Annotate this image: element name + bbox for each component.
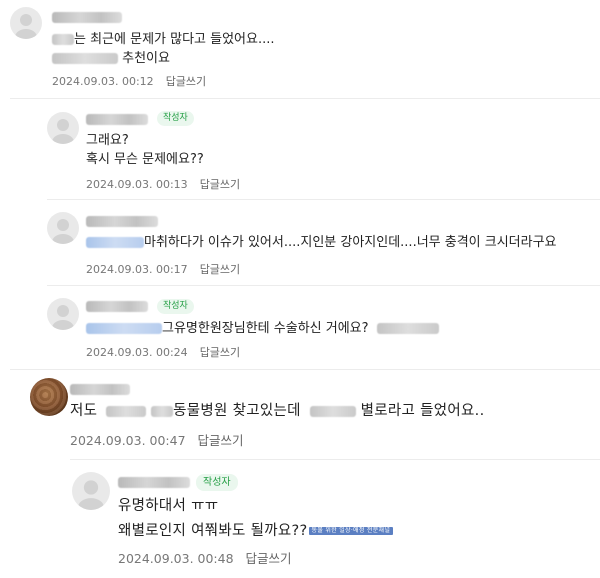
redacted-text — [151, 405, 174, 417]
redacted-text — [52, 53, 118, 64]
timestamp: 2024.09.03. 00:47 — [70, 433, 186, 448]
comment-line-1: 그유명한원장님한테 수술하신 거에요? — [86, 319, 439, 339]
comment-line-2: 혹시 무슨 문제에요?? — [86, 152, 204, 167]
default-avatar-icon — [52, 219, 74, 244]
comment-5: 저도 동물병원 찾고있는데 별로라고 들었어요.. 2024.09.03. 00… — [0, 370, 600, 458]
nickname[interactable] — [86, 114, 148, 125]
redacted-text — [86, 237, 144, 248]
reply-button[interactable]: 답글쓰기 — [200, 178, 240, 191]
nickname[interactable] — [86, 301, 148, 312]
reply-button[interactable]: 답글쓰기 — [166, 75, 206, 88]
comment-2: 작성자 그래요? 혹시 무슨 문제에요?? 2024.09.03. 00:13 답… — [0, 100, 600, 200]
nickname[interactable] — [70, 384, 130, 395]
comment-line-1: 유명하대서 ㅠㅠ — [118, 498, 219, 514]
comment-line-1: 는 최근에 문제가 많다고 들었어요.... — [52, 30, 275, 50]
timestamp: 2024.09.03. 00:12 — [52, 75, 154, 88]
redacted-text — [376, 323, 439, 334]
nickname[interactable] — [52, 12, 122, 23]
avatar[interactable] — [72, 472, 110, 510]
comment-meta: 2024.09.03. 00:12 답글쓰기 — [52, 73, 206, 89]
author-badge: 작성자 — [157, 111, 194, 126]
comment-line-1: 저도 동물병원 찾고있는데 별로라고 들었어요.. — [70, 403, 485, 419]
comment-meta: 2024.09.03. 00:17 답글쓰기 — [86, 261, 240, 277]
comment-4: 작성자 그유명한원장님한테 수술하신 거에요? 2024.09.03. 00:2… — [0, 286, 600, 370]
avatar[interactable] — [10, 7, 42, 39]
avatar[interactable] — [47, 112, 79, 144]
avatar[interactable] — [47, 298, 79, 330]
author-badge: 작성자 — [157, 299, 194, 314]
comment-6: 작성자 유명하대서 ㅠㅠ 왜별로인지 여쭤봐도 될까요?? 동물 위한 일상·애정… — [0, 460, 600, 578]
timestamp: 2024.09.03. 00:17 — [86, 263, 188, 276]
redacted-text — [52, 34, 74, 45]
comment-meta: 2024.09.03. 00:48 답글쓰기 — [118, 548, 292, 567]
redacted-text — [309, 405, 356, 417]
nickname[interactable] — [118, 477, 190, 488]
nickname[interactable] — [86, 216, 158, 227]
avatar-photo[interactable] — [30, 378, 68, 416]
default-avatar-icon — [52, 119, 74, 144]
avatar[interactable] — [47, 212, 79, 244]
reply-button[interactable]: 답글쓰기 — [200, 263, 240, 276]
watermark-label: 동물 위한 일상·애정 전문채널 — [308, 527, 394, 535]
timestamp: 2024.09.03. 00:48 — [118, 551, 234, 566]
redacted-text — [86, 323, 162, 334]
divider — [10, 98, 600, 99]
comment-3: 마취하다가 이슈가 있어서....지인분 강아지인데....너무 충격이 크시더… — [0, 200, 600, 286]
author-badge: 작성자 — [196, 474, 238, 491]
default-avatar-icon — [77, 480, 105, 510]
comment-line-2: 추천이요 — [52, 49, 170, 69]
reply-button[interactable]: 답글쓰기 — [246, 551, 292, 566]
comment-line-1: 그래요? — [86, 133, 129, 148]
timestamp: 2024.09.03. 00:13 — [86, 178, 188, 191]
reply-button[interactable]: 답글쓰기 — [198, 433, 244, 448]
comment-line-1: 마취하다가 이슈가 있어서....지인분 강아지인데....너무 충격이 크시더… — [86, 233, 557, 253]
comment-meta: 2024.09.03. 00:13 답글쓰기 — [86, 176, 240, 192]
timestamp: 2024.09.03. 00:24 — [86, 346, 188, 359]
comment-meta: 2024.09.03. 00:24 답글쓰기 — [86, 344, 240, 360]
default-avatar-icon — [52, 305, 74, 330]
comment-line-2: 왜별로인지 여쭤봐도 될까요?? 동물 위한 일상·애정 전문채널 — [118, 519, 394, 544]
default-avatar-icon — [15, 14, 37, 39]
comment-meta: 2024.09.03. 00:47 답글쓰기 — [70, 430, 244, 449]
redacted-text — [106, 405, 147, 417]
reply-button[interactable]: 답글쓰기 — [200, 346, 240, 359]
comment-1: 는 최근에 문제가 많다고 들었어요.... 추천이요 2024.09.03. … — [0, 0, 600, 100]
